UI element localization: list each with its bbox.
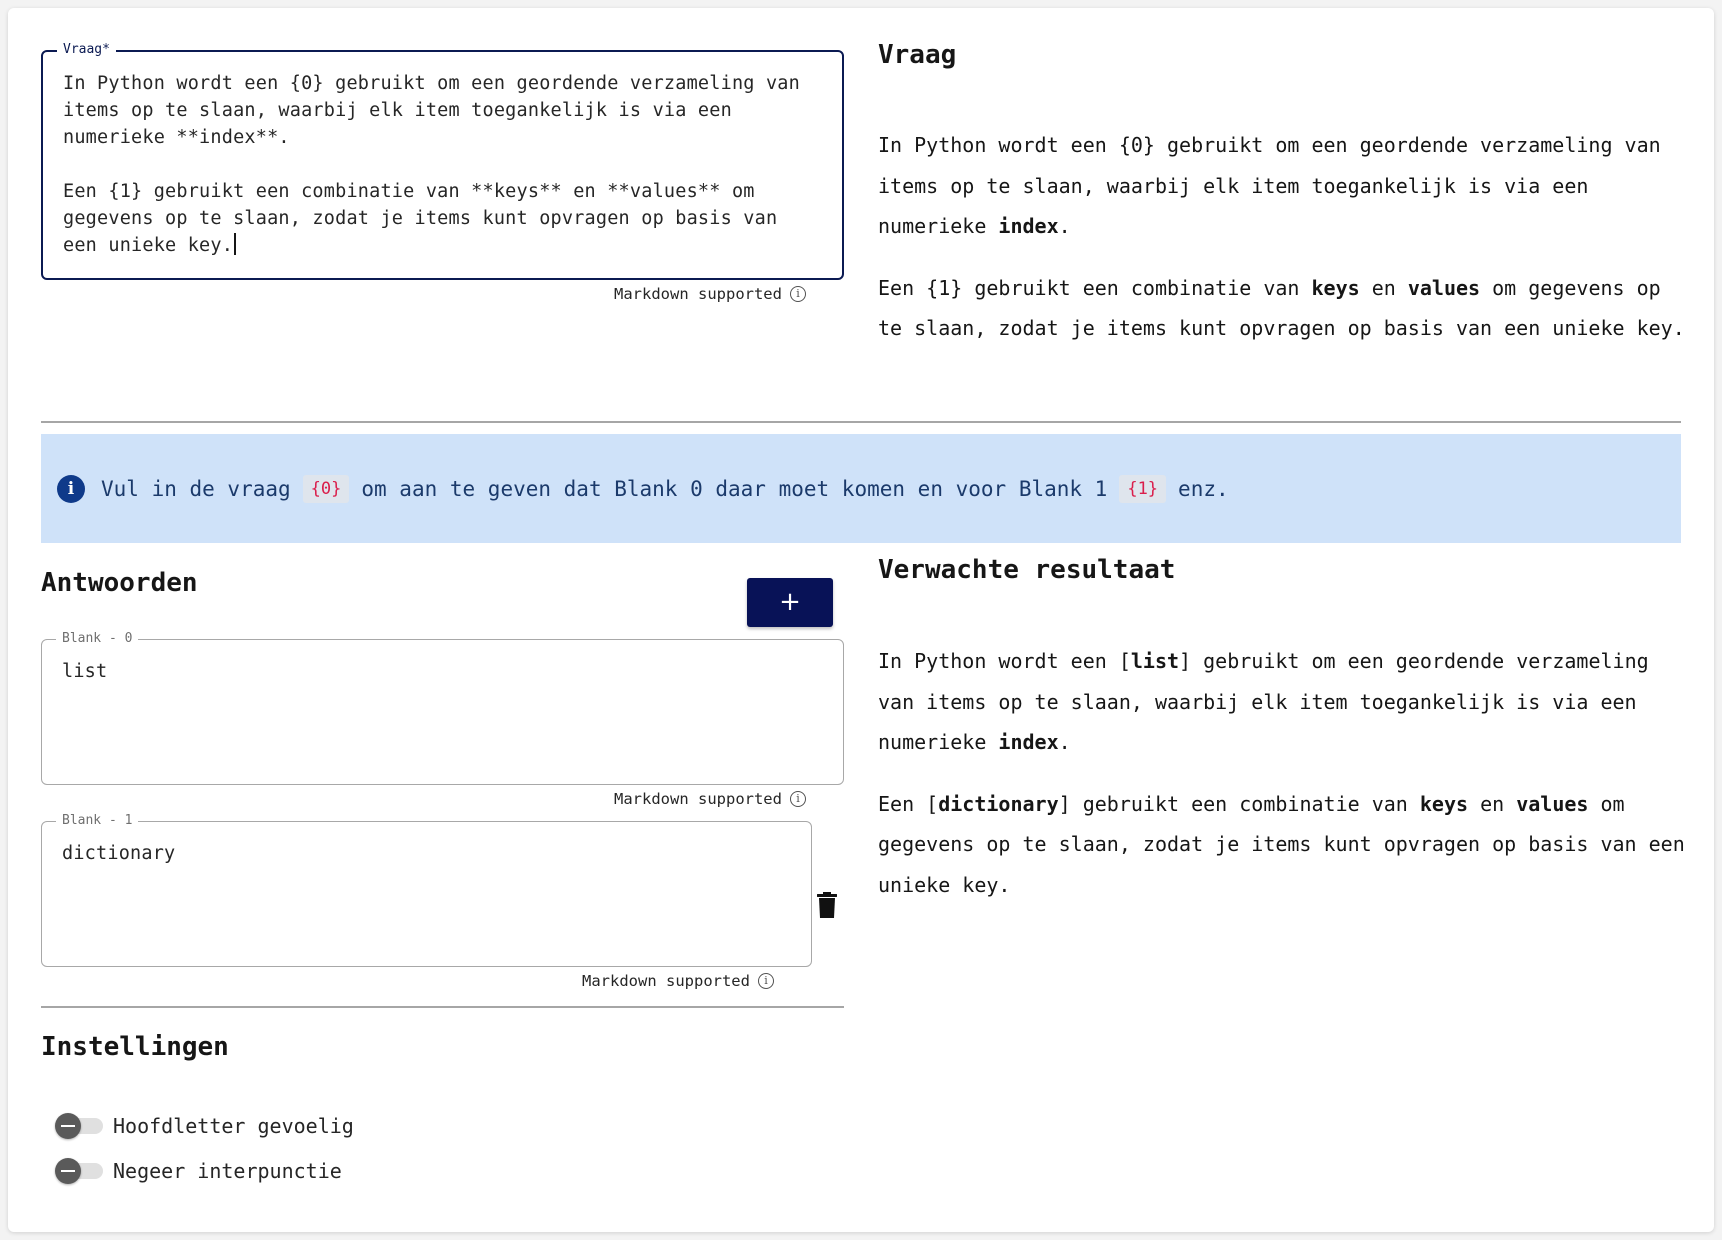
blank-0-input[interactable]: list (42, 640, 843, 703)
info-icon[interactable]: i (757, 973, 774, 989)
question-text-paragraph-1: In Python wordt een {0} gebruikt om een … (63, 73, 800, 148)
banner-text-2: om aan te geven dat Blank 0 daar moet ko… (361, 476, 1108, 501)
markdown-supported-label: Markdown supported (614, 285, 782, 303)
question-preview: In Python wordt een {0} gebruikt om een … (878, 125, 1688, 370)
info-filled-icon: i (57, 474, 85, 503)
markdown-supported-label: Markdown supported (614, 790, 782, 808)
settings-heading: Instellingen (41, 1032, 229, 1062)
trash-icon[interactable] (817, 892, 837, 918)
question-field-legend: Vraag* (57, 42, 116, 58)
case-sensitive-label: Hoofdletter gevoelig (113, 1114, 354, 1138)
text-caret (234, 233, 237, 255)
switch-knob (55, 1113, 81, 1139)
expected-result-heading: Verwachte resultaat (878, 555, 1176, 585)
question-text-paragraph-2: Een {1} gebruikt een combinatie van **ke… (63, 181, 778, 256)
switch-knob (55, 1158, 81, 1184)
answers-heading: Antwoorden (41, 568, 198, 598)
banner-code-1: {1} (1119, 474, 1167, 503)
info-icon[interactable]: i (789, 791, 806, 807)
ignore-punctuation-label: Negeer interpunctie (113, 1159, 342, 1183)
blank-0-field[interactable]: Blank - 0 list (41, 631, 844, 785)
question-preview-paragraph-2: Een {1} gebruikt een combinatie van keys… (878, 275, 1685, 341)
question-textarea[interactable]: In Python wordt een {0} gebruikt om een … (43, 52, 842, 277)
blank-1-field[interactable]: Blank - 1 dictionary (41, 813, 812, 967)
blank-0-markdown-helper: Markdown supported i (614, 790, 806, 808)
question-markdown-helper: Markdown supported i (614, 285, 806, 303)
markdown-supported-label: Markdown supported (582, 972, 750, 990)
question-preview-heading: Vraag (878, 40, 957, 70)
toggle-case-sensitive[interactable]: Hoofdletter gevoelig (55, 1113, 354, 1139)
blank-1-legend: Blank - 1 (56, 813, 139, 829)
banner-text-1: Vul in de vraag (101, 476, 291, 501)
result-preview-paragraph-1: In Python wordt een [list] gebruikt om e… (878, 649, 1649, 754)
question-field[interactable]: Vraag* In Python wordt een {0} gebruikt … (41, 42, 844, 280)
question-preview-paragraph-1: In Python wordt een {0} gebruikt om een … (878, 133, 1661, 238)
info-icon[interactable]: i (789, 286, 806, 302)
section-divider (41, 421, 1681, 423)
add-blank-button[interactable]: + (747, 578, 833, 627)
blank-1-markdown-helper: Markdown supported i (582, 972, 774, 990)
banner-text-3: enz. (1178, 476, 1229, 501)
result-preview-paragraph-2: Een [dictionary] gebruikt een combinatie… (878, 791, 1685, 897)
blank-1-input[interactable]: dictionary (42, 822, 811, 885)
answers-divider (41, 1006, 844, 1008)
toggle-ignore-punctuation[interactable]: Negeer interpunctie (55, 1158, 342, 1184)
blank-0-legend: Blank - 0 (56, 631, 139, 647)
ignore-punctuation-switch[interactable] (55, 1158, 103, 1184)
case-sensitive-switch[interactable] (55, 1113, 103, 1139)
banner-code-0: {0} (302, 474, 350, 503)
expected-result-preview: In Python wordt een [list] gebruikt om e… (878, 641, 1688, 926)
info-banner: i Vul in de vraag {0} om aan te geven da… (41, 434, 1681, 543)
